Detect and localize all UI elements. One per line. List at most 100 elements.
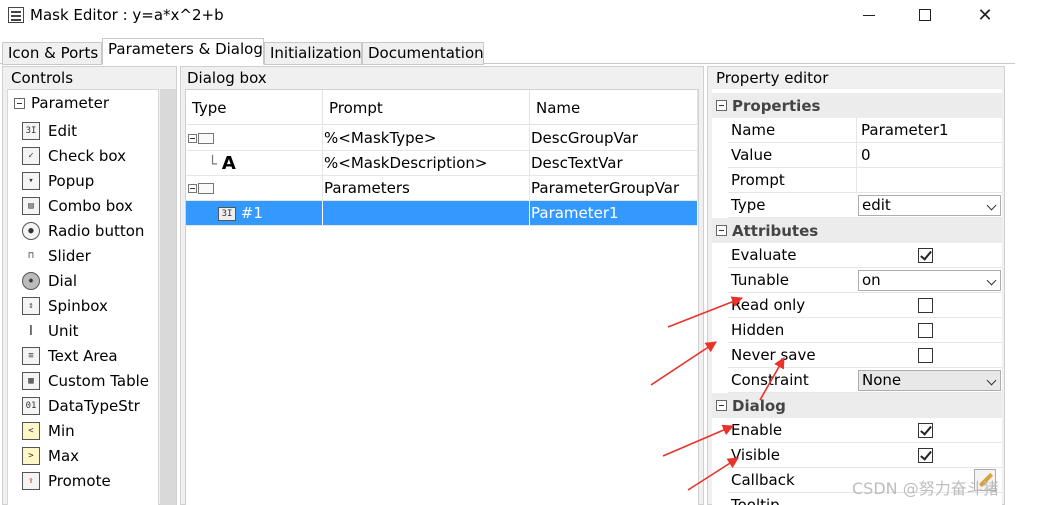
select-value: None bbox=[862, 371, 902, 389]
select-value: edit bbox=[862, 196, 891, 214]
control-unit[interactable]: Ⅰ Unit bbox=[22, 320, 79, 342]
table-row[interactable]: Parameters ParameterGroupVar bbox=[186, 176, 698, 201]
control-popup[interactable]: ▾ Popup bbox=[22, 170, 94, 192]
control-check-box[interactable]: ✓ Check box bbox=[22, 145, 126, 167]
promote-icon: ⇪ bbox=[22, 472, 40, 490]
column-header-prompt[interactable]: Prompt bbox=[323, 90, 530, 125]
control-label: Min bbox=[48, 422, 75, 440]
edit-icon: 3I bbox=[22, 122, 40, 140]
control-label: Promote bbox=[48, 472, 111, 490]
property-row-never-save: Never save bbox=[728, 343, 1002, 368]
controls-title: Controls bbox=[11, 69, 74, 87]
property-row-hidden: Hidden bbox=[728, 318, 1002, 343]
prompt-cell bbox=[323, 201, 530, 226]
tab-documentation[interactable]: Documentation bbox=[362, 42, 484, 65]
control-label: Combo box bbox=[48, 197, 133, 215]
property-label: Type bbox=[731, 196, 766, 214]
tab-icon-ports[interactable]: Icon & Ports bbox=[2, 42, 102, 65]
control-spinbox[interactable]: ⇕ Spinbox bbox=[22, 295, 108, 317]
prompt-cell: Parameters bbox=[323, 176, 530, 201]
control-promote[interactable]: ⇪ Promote bbox=[22, 470, 111, 492]
read-only-checkbox[interactable] bbox=[918, 298, 933, 313]
control-label: Max bbox=[48, 447, 80, 465]
property-label: Tooltip bbox=[731, 496, 780, 505]
control-max[interactable]: > Max bbox=[22, 445, 79, 467]
collapse-icon bbox=[716, 400, 727, 411]
hidden-checkbox[interactable] bbox=[918, 323, 933, 338]
tab-parameters-dialog[interactable]: Parameters & Dialog bbox=[102, 38, 264, 65]
section-properties[interactable]: Properties bbox=[712, 93, 1002, 118]
table-row[interactable]: %<MaskType> DescGroupVar bbox=[186, 126, 698, 151]
property-label: Prompt bbox=[731, 171, 785, 189]
control-text-area[interactable]: ≡ Text Area bbox=[22, 345, 118, 367]
table-icon: ▦ bbox=[22, 372, 40, 390]
name-cell: DescTextVar bbox=[530, 151, 698, 176]
maximize-button[interactable] bbox=[902, 0, 948, 30]
property-row-type: Type edit bbox=[728, 193, 1002, 218]
property-row-prompt: Prompt bbox=[728, 168, 1002, 193]
property-label: Read only bbox=[731, 296, 806, 314]
prompt-field[interactable] bbox=[856, 168, 1002, 193]
property-row-name: Name Parameter1 bbox=[728, 118, 1002, 143]
column-header-name[interactable]: Name bbox=[530, 90, 698, 125]
tunable-select[interactable]: on bbox=[858, 270, 1001, 291]
controls-scrollbar[interactable] bbox=[160, 89, 176, 505]
type-cell: └ A bbox=[208, 151, 323, 176]
enable-checkbox[interactable] bbox=[918, 423, 933, 438]
property-row-evaluate: Evaluate bbox=[728, 243, 1002, 268]
name-field[interactable]: Parameter1 bbox=[856, 118, 1002, 143]
type-select[interactable]: edit bbox=[858, 195, 1001, 216]
control-min[interactable]: < Min bbox=[22, 420, 75, 442]
text-area-icon: ≡ bbox=[22, 347, 40, 365]
control-label: Text Area bbox=[48, 347, 118, 365]
dialog-table: Type Prompt Name %<MaskType> DescGroupVa… bbox=[185, 89, 699, 505]
control-datatypestr[interactable]: 01 DataTypeStr bbox=[22, 395, 140, 417]
chevron-down-icon bbox=[986, 375, 997, 386]
tab-strip: Icon & Ports Parameters & Dialog Initial… bbox=[0, 38, 1015, 65]
control-label: Dial bbox=[48, 272, 78, 290]
never-save-checkbox[interactable] bbox=[918, 348, 933, 363]
close-button[interactable]: ✕ bbox=[962, 0, 1008, 30]
constraint-select[interactable]: None bbox=[858, 370, 1001, 391]
control-label: Edit bbox=[48, 122, 78, 140]
control-edit[interactable]: 3I Edit bbox=[22, 120, 77, 142]
evaluate-checkbox[interactable] bbox=[918, 248, 933, 263]
control-custom-table[interactable]: ▦ Custom Table bbox=[22, 370, 149, 392]
parameter-group[interactable]: Parameter bbox=[14, 92, 109, 114]
chevron-down-icon bbox=[986, 200, 997, 211]
datatype-icon: 01 bbox=[22, 397, 40, 415]
visible-checkbox[interactable] bbox=[918, 448, 933, 463]
property-label: Name bbox=[731, 121, 776, 139]
control-label: Spinbox bbox=[48, 297, 108, 315]
section-dialog[interactable]: Dialog bbox=[712, 393, 1002, 418]
control-label: Slider bbox=[48, 247, 91, 265]
collapse-icon bbox=[188, 134, 197, 143]
control-slider[interactable]: ⊓ Slider bbox=[22, 245, 91, 267]
prompt-cell: %<MaskDescription> bbox=[323, 151, 530, 176]
slider-icon: ⊓ bbox=[28, 251, 34, 261]
control-combo-box[interactable]: ▤ Combo box bbox=[22, 195, 133, 217]
minimize-button[interactable] bbox=[846, 0, 892, 30]
control-dial[interactable]: ✹ Dial bbox=[22, 270, 77, 292]
controls-list: Parameter 3I Edit ✓ Check box ▾ Popup ▤ Comb… bbox=[7, 89, 159, 505]
section-attributes[interactable]: Attributes bbox=[712, 218, 1002, 243]
dialog-box-title: Dialog box bbox=[187, 69, 267, 87]
column-header-type[interactable]: Type bbox=[186, 90, 323, 125]
checkbox-icon: ✓ bbox=[22, 147, 40, 165]
property-row-constraint: Constraint None bbox=[728, 368, 1002, 393]
table-row-selected[interactable]: 3I #1 Parameter1 bbox=[186, 201, 698, 226]
control-label: Custom Table bbox=[48, 372, 150, 390]
value-field[interactable]: 0 bbox=[856, 143, 1002, 168]
property-table: Properties Name Parameter1 Value 0 Promp… bbox=[712, 89, 1002, 505]
table-row[interactable]: └ A %<MaskDescription> DescTextVar bbox=[186, 151, 698, 176]
tab-initialization[interactable]: Initialization bbox=[264, 42, 362, 65]
section-label: Dialog bbox=[732, 396, 786, 415]
property-label: Evaluate bbox=[731, 246, 797, 264]
section-label: Properties bbox=[732, 96, 821, 115]
control-radio-button[interactable]: ● Radio button bbox=[22, 220, 144, 242]
collapse-icon bbox=[716, 225, 727, 236]
name-cell: DescGroupVar bbox=[530, 126, 698, 151]
maximize-icon bbox=[919, 9, 931, 21]
property-label: Hidden bbox=[731, 321, 785, 339]
popup-icon: ▾ bbox=[22, 172, 40, 190]
